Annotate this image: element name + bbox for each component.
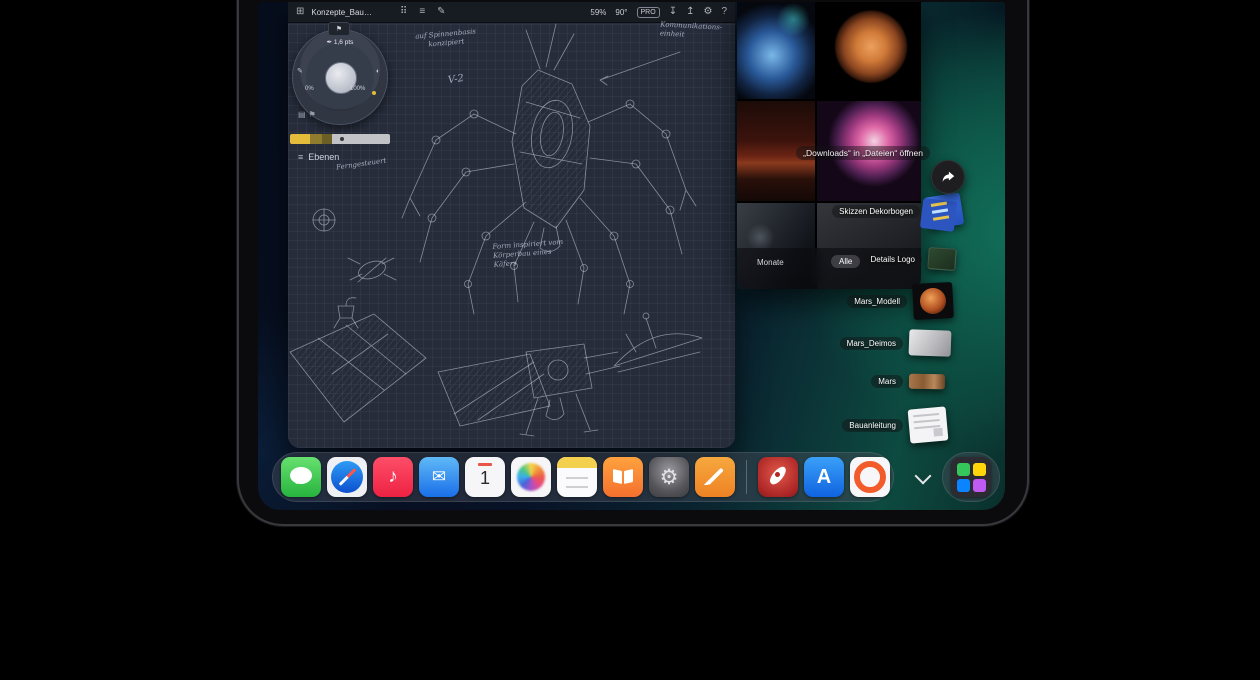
calendar-day: 1 (480, 468, 490, 489)
help-icon[interactable]: ? (721, 7, 727, 17)
active-color-dot (372, 91, 376, 95)
drag-item-mars-modell[interactable]: Mars_Modell (847, 283, 953, 319)
drag-label: Mars (871, 375, 903, 388)
tab-alle[interactable]: Alle (831, 255, 860, 268)
drag-item-details-logo[interactable]: Details Logo (864, 248, 956, 270)
music-note-icon: ♪ (388, 466, 398, 488)
dock-icon-safari[interactable] (327, 457, 367, 497)
pen-tool-icon[interactable]: ✎ (437, 7, 445, 17)
dock-icon-rocket-app[interactable] (758, 457, 798, 497)
zoom-level[interactable]: 59% (590, 8, 606, 17)
app-grid-icon[interactable]: ⊞ (296, 7, 304, 17)
dock-icon-settings[interactable]: ⚙ (649, 457, 689, 497)
drag-item-mars[interactable]: Mars (871, 374, 945, 389)
envelope-icon: ✉ (432, 467, 446, 487)
pro-badge[interactable]: PRO (637, 7, 660, 18)
dock-icon-messages[interactable] (281, 457, 321, 497)
contrast-icon[interactable]: ◐ (376, 68, 380, 75)
drag-label: Bauanleitung (842, 419, 903, 432)
drop-hint-text: „Downloads“ in „Dateien“ öffnen (796, 146, 930, 160)
annotation-version: V-2 (447, 73, 465, 88)
swatch-olive[interactable] (310, 134, 322, 144)
drag-item-skizzen[interactable]: Skizzen Dekorbogen (832, 195, 962, 227)
drawing-app-window: auf Spinnenbasis konzipiert Kommunikatio… (288, 2, 735, 448)
swatch-slider-handle[interactable] (340, 137, 344, 141)
export-share-icon[interactable]: ↥ (686, 7, 694, 17)
drag-thumb-skizzen (924, 192, 965, 229)
app-store-a-glyph: A (817, 466, 831, 489)
document-title: Konzepte_Bau… (311, 8, 372, 17)
photo-thumb-mars-planet[interactable] (817, 2, 921, 99)
dock-icon-calendar[interactable]: 1 (465, 457, 505, 497)
layers-label: Ebenen (308, 152, 339, 162)
pencil-icon[interactable]: ✎ (297, 68, 303, 75)
list-lines-icon[interactable]: ≡ (419, 7, 425, 17)
tab-monate[interactable]: Monate (757, 258, 784, 267)
share-forward-button[interactable] (931, 160, 965, 194)
pen-nib-icon: ✒ (327, 39, 332, 46)
drag-item-mars-deimos[interactable]: Mars_Deimos (840, 330, 951, 356)
settings-gear-icon[interactable]: ⚙ (703, 7, 712, 17)
import-icon[interactable]: ↧ (669, 7, 677, 17)
dock: ♪ ✉ 1 ⚙ A (272, 452, 894, 502)
flag-marker-chip[interactable]: ⚑ (328, 22, 350, 36)
drag-thumb-mars-modell (912, 282, 954, 320)
dock-icon-mail[interactable]: ✉ (419, 457, 459, 497)
drag-label: Mars_Modell (847, 295, 907, 308)
stroke-size-label: 1,6 pts (334, 39, 354, 46)
drag-thumb-logo (927, 247, 956, 271)
opacity-min-label: 0% (305, 86, 314, 92)
dock-icon-notes[interactable] (557, 457, 597, 497)
drag-thumb-mars (909, 374, 945, 390)
swatch-dark-olive[interactable] (322, 134, 332, 144)
dock-icon-photos[interactable] (511, 457, 551, 497)
ipad-screen: auf Spinnenbasis konzipiert Kommunikatio… (258, 2, 1005, 510)
hamburger-icon: ≡ (298, 152, 303, 162)
dock-icon-app-library[interactable] (951, 457, 991, 497)
annotation-communication: Kommunikations- einheit (660, 20, 723, 41)
opacity-max-label: 100% (350, 86, 365, 92)
drag-item-bauanleitung[interactable]: Bauanleitung (842, 408, 947, 442)
dock-icon-music[interactable]: ♪ (373, 457, 413, 497)
dock-icon-app-store[interactable]: A (804, 457, 844, 497)
layers-mini-icon: ▤ (298, 110, 309, 119)
gear-icon: ⚙ (660, 465, 679, 490)
layers-button[interactable]: ≡ Ebenen (298, 152, 339, 162)
drag-label: Mars_Deimos (840, 337, 903, 350)
photo-thumb-blue-nebula[interactable] (737, 2, 815, 99)
ipad-device: auf Spinnenbasis konzipiert Kommunikatio… (237, 0, 1029, 526)
canvas-mini-icons[interactable]: ▤⚑ (298, 110, 319, 119)
dock-divider (746, 460, 747, 494)
drag-label: Skizzen Dekorbogen (832, 205, 920, 218)
dock-icon-arcade[interactable] (850, 457, 890, 497)
dots-grid-icon[interactable]: ⠿ (400, 7, 407, 17)
drag-label: Details Logo (864, 253, 922, 266)
forward-arrow-icon (940, 169, 956, 185)
drag-thumb-mars-deimos (909, 329, 952, 356)
swatch-yellow[interactable] (290, 134, 310, 144)
dock-recent-pill (942, 452, 1000, 502)
dock-icon-books[interactable] (603, 457, 643, 497)
dock-icon-pages[interactable] (695, 457, 735, 497)
flag-mini-icon: ⚑ (309, 110, 319, 119)
drag-thumb-bauanleitung (908, 406, 949, 443)
flag-icon: ⚑ (336, 25, 342, 33)
dock-chevron-button[interactable] (910, 464, 936, 490)
rotation-angle[interactable]: 90° (615, 8, 627, 17)
